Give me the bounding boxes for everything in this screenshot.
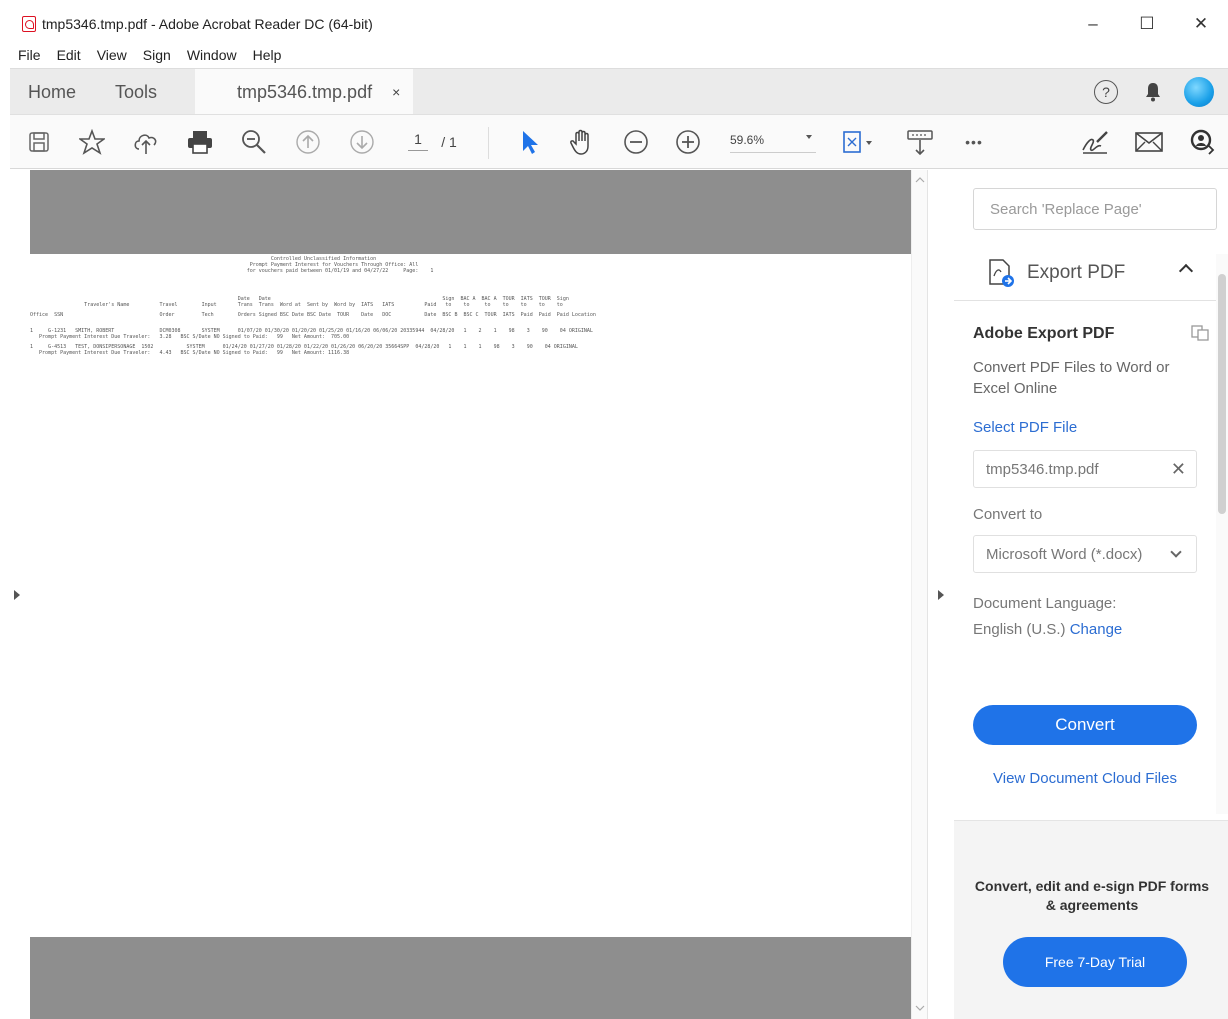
print-icon[interactable] — [184, 127, 216, 157]
title-bar: tmp5346.tmp.pdf - Adobe Acrobat Reader D… — [10, 6, 1228, 42]
zoom-level-select[interactable]: 59.6% — [730, 127, 816, 153]
close-window-button[interactable]: ✕ — [1174, 6, 1228, 42]
document-viewer[interactable]: Controlled Unclassified Information Prom… — [10, 170, 952, 1019]
free-trial-button[interactable]: Free 7-Day Trial — [1003, 937, 1187, 987]
bookmark-star-icon[interactable] — [76, 127, 108, 157]
menu-help[interactable]: Help — [253, 47, 282, 63]
email-icon[interactable] — [1132, 127, 1166, 157]
fit-page-icon[interactable] — [838, 127, 878, 157]
tools-search-input[interactable]: Search 'Replace Page' — [973, 188, 1217, 230]
pdf-line: Traveler's Name Travel Input Trans Trans… — [30, 302, 563, 308]
window-controls: – ☐ ✕ — [1066, 6, 1228, 42]
scroll-mode-icon[interactable] — [904, 127, 936, 157]
collapse-chevron-up-icon[interactable] — [1178, 263, 1194, 279]
user-avatar[interactable] — [1184, 77, 1214, 107]
page-number-input[interactable]: 1 — [408, 127, 428, 151]
adobe-export-pdf-description: Convert PDF Files to Word or Excel Onlin… — [973, 359, 1170, 397]
convert-to-label: Convert to — [973, 506, 1043, 523]
menu-view[interactable]: View — [97, 47, 127, 63]
selected-file-name: tmp5346.tmp.pdf — [986, 460, 1099, 478]
viewer-background-bottom — [30, 937, 911, 1019]
tab-document-label: tmp5346.tmp.pdf — [237, 81, 373, 102]
promo-section: Convert, edit and e-sign PDF forms & agr… — [954, 820, 1228, 1019]
acrobat-logo-icon — [22, 16, 36, 32]
tab-tools[interactable]: Tools — [115, 69, 157, 115]
help-icon[interactable]: ? — [1094, 80, 1118, 104]
toolbar-divider — [488, 127, 489, 159]
pdf-line: for vouchers paid between 01/01/19 and 0… — [30, 268, 434, 274]
menu-file[interactable]: File — [18, 47, 41, 63]
clear-file-icon[interactable]: ✕ — [1171, 459, 1186, 480]
zoom-dropdown-icon — [806, 135, 812, 139]
page-current: 1 — [414, 130, 422, 147]
document-language: Document Language: English (U.S.) Change — [973, 591, 1209, 643]
left-pane-toggle[interactable] — [10, 170, 30, 1019]
hand-tool-icon[interactable] — [566, 127, 598, 157]
scroll-down-icon[interactable] — [915, 1004, 925, 1012]
menu-window[interactable]: Window — [187, 47, 237, 63]
save-icon[interactable] — [24, 127, 54, 157]
collapse-right-pane-icon[interactable] — [938, 590, 944, 600]
previous-page-icon[interactable] — [292, 127, 324, 157]
tab-home[interactable]: Home — [28, 69, 76, 115]
convert-button[interactable]: Convert — [973, 705, 1197, 745]
document-language-value: English (U.S.) — [973, 621, 1066, 638]
export-pdf-label: Export PDF — [1027, 262, 1126, 283]
export-pdf-body: Adobe Export PDF Convert PDF Files to Wo… — [973, 325, 1209, 643]
share-user-icon[interactable] — [1186, 127, 1220, 157]
adobe-export-pdf-title: Adobe Export PDF — [973, 325, 1115, 342]
page-total: / 1 — [434, 127, 464, 157]
panel-divider — [954, 300, 1216, 301]
pdf-line: Office SSN Order Tech Orders Signed BSC … — [30, 312, 596, 318]
export-pdf-icon — [989, 259, 1014, 287]
scroll-up-icon[interactable] — [915, 176, 925, 184]
pdf-line: Prompt Payment Interest Due Traveler: 3.… — [30, 334, 350, 340]
window-title: tmp5346.tmp.pdf - Adobe Acrobat Reader D… — [42, 16, 373, 32]
document-language-label: Document Language: — [973, 595, 1117, 612]
next-page-icon[interactable] — [346, 127, 378, 157]
header-icons: ? — [1094, 69, 1228, 115]
export-pdf-header[interactable]: Export PDF — [973, 248, 1209, 298]
tab-close-icon[interactable]: × — [392, 84, 400, 100]
view-document-cloud-files-link[interactable]: View Document Cloud Files — [973, 770, 1197, 787]
zoom-value: 59.6% — [730, 132, 765, 147]
upload-cloud-icon[interactable] — [130, 127, 162, 157]
menu-edit[interactable]: Edit — [57, 47, 81, 63]
pdf-page: Controlled Unclassified Information Prom… — [30, 254, 911, 937]
pdf-line: Prompt Payment Interest Due Traveler: 4.… — [30, 350, 350, 356]
zoom-out-icon[interactable] — [620, 127, 652, 157]
select-pdf-file-link[interactable]: Select PDF File — [973, 419, 1209, 436]
sign-pen-icon[interactable] — [1078, 127, 1112, 157]
convert-to-value: Microsoft Word (*.docx) — [986, 545, 1143, 563]
promo-text: Convert, edit and e-sign PDF forms & agr… — [974, 878, 1210, 913]
expand-left-pane-icon[interactable] — [14, 590, 20, 600]
minimize-button[interactable]: – — [1066, 6, 1120, 42]
change-language-link[interactable]: Change — [1070, 621, 1123, 638]
right-pane-toggle[interactable] — [927, 170, 952, 1019]
menu-bar: File Edit View Sign Window Help — [10, 42, 289, 68]
maximize-button[interactable]: ☐ — [1120, 6, 1174, 42]
toolbar: 1 / 1 59.6% ••• — [10, 114, 1228, 169]
tab-document[interactable]: tmp5346.tmp.pdf × — [195, 69, 413, 115]
viewer-background-top — [30, 170, 911, 254]
zoom-in-icon[interactable] — [672, 127, 704, 157]
export-service-icon[interactable] — [1191, 325, 1209, 341]
tab-bar: Home Tools tmp5346.tmp.pdf × ? — [10, 68, 1228, 115]
panel-scrollbar[interactable] — [1216, 254, 1228, 814]
selected-file-field[interactable]: tmp5346.tmp.pdf ✕ — [973, 450, 1197, 488]
notifications-bell-icon[interactable] — [1144, 82, 1162, 102]
zoom-out-magnifier-icon[interactable] — [238, 127, 270, 157]
convert-to-select[interactable]: Microsoft Word (*.docx) — [973, 535, 1197, 573]
tools-pane: Search 'Replace Page' Export PDF Adobe E… — [954, 170, 1228, 1019]
select-cursor-icon[interactable] — [514, 127, 546, 157]
page-total-label: / 1 — [441, 134, 457, 150]
chevron-down-icon — [1170, 546, 1182, 558]
menu-sign[interactable]: Sign — [143, 47, 171, 63]
panel-scrollbar-thumb[interactable] — [1218, 274, 1226, 514]
more-tools-icon[interactable]: ••• — [958, 127, 990, 157]
document-scrollbar[interactable] — [911, 170, 927, 1019]
